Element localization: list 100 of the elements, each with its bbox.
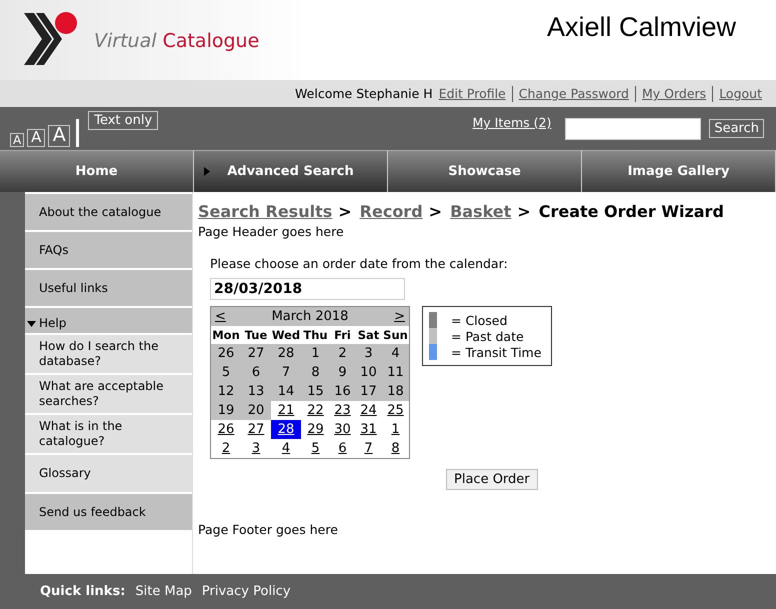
breadcrumb-separator: > — [517, 202, 531, 221]
user-link[interactable]: Edit Profile — [438, 86, 506, 101]
pointer-icon — [204, 167, 210, 176]
calendar-day[interactable]: 28 — [271, 420, 301, 439]
breadcrumb-separator: > — [428, 202, 442, 221]
calendar-day: 15 — [301, 382, 330, 401]
calendar-day: 20 — [241, 401, 271, 420]
page-footer-text: Page Footer goes here — [198, 522, 339, 537]
breadcrumb-separator: > — [338, 202, 352, 221]
calendar-day: 27 — [241, 344, 271, 363]
font-size-button[interactable]: A — [10, 132, 24, 146]
legend-label: = Closed — [451, 312, 508, 328]
calendar-day: 19 — [211, 401, 241, 420]
calendar-day[interactable]: 1 — [382, 420, 409, 439]
sidebar-item[interactable]: FAQs — [25, 232, 192, 268]
weekday-header: Mon — [211, 327, 241, 344]
calendar-day[interactable]: 27 — [241, 420, 271, 439]
my-items-link[interactable]: My Items (2) — [472, 115, 552, 130]
nav-tab[interactable]: Showcase — [388, 150, 582, 192]
calendar-day: 5 — [211, 363, 241, 382]
calendar-day: 4 — [382, 344, 409, 363]
user-link[interactable]: Change Password — [518, 86, 629, 101]
calendar-day: 3 — [355, 344, 382, 363]
brand-title: Axiell Calmview — [546, 11, 737, 43]
calendar-day[interactable]: 24 — [355, 401, 382, 420]
sidebar-item[interactable]: Send us feedback — [25, 494, 192, 530]
calendar-day[interactable]: 5 — [301, 439, 330, 458]
logo-icon — [22, 11, 80, 67]
breadcrumb-current: Create Order Wizard — [538, 202, 724, 221]
caret-icon — [27, 320, 36, 326]
calendar-day: 1 — [301, 344, 330, 363]
calendar-day[interactable]: 23 — [330, 401, 355, 420]
calendar-day[interactable]: 4 — [271, 439, 301, 458]
calendar-day: 12 — [211, 382, 241, 401]
calendar-day[interactable]: 3 — [241, 439, 271, 458]
calendar-day: 26 — [211, 344, 241, 363]
welcome-text: Welcome Stephanie H — [295, 86, 433, 101]
legend-label: = Transit Time — [451, 344, 542, 360]
calendar-day: 17 — [355, 382, 382, 401]
calendar-day: 11 — [382, 363, 409, 382]
nav-tab[interactable]: Image Gallery — [582, 150, 776, 192]
calendar-day: 2 — [330, 344, 355, 363]
legend-label: = Past date — [451, 328, 524, 344]
calendar-day[interactable]: 6 — [330, 439, 355, 458]
page-header-text: Page Header goes here — [198, 224, 345, 239]
calendar-day: 6 — [241, 363, 271, 382]
weekday-header: Sun — [382, 327, 409, 344]
quick-links-label: Quick links: — [40, 584, 126, 599]
prev-month-link[interactable]: < — [215, 309, 226, 324]
calendar-day: 8 — [301, 363, 330, 382]
calendar-day[interactable]: 21 — [271, 401, 301, 420]
prompt-text: Please choose an order date from the calendar: — [210, 256, 509, 271]
place-order-button[interactable]: Place Order — [446, 469, 538, 490]
calendar-day[interactable]: 2 — [211, 439, 241, 458]
sidebar-item[interactable]: About the catalogue — [25, 194, 192, 230]
search-field[interactable] — [565, 118, 702, 140]
calendar-day: 16 — [330, 382, 355, 401]
logo-text: Virtual Catalogue — [94, 30, 260, 52]
next-month-link[interactable]: > — [394, 309, 405, 324]
sidebar-item[interactable]: How do I search the database? — [25, 335, 192, 373]
month-title: March 2018 — [272, 309, 348, 324]
sidebar-item[interactable]: What are acceptable searches? — [25, 375, 192, 413]
weekday-header: Tue — [244, 327, 268, 344]
weekday-header: Wed — [271, 327, 301, 344]
weekday-header: Sat — [356, 327, 380, 344]
breadcrumb-link[interactable]: Basket — [450, 202, 512, 221]
calendar-day: 28 — [271, 344, 301, 363]
calendar-day: 10 — [355, 363, 382, 382]
calendar-day: 9 — [330, 363, 355, 382]
footer-link[interactable]: Privacy Policy — [202, 584, 291, 599]
breadcrumb-link[interactable]: Search Results — [198, 202, 332, 221]
sidebar-item[interactable]: Useful links — [25, 270, 192, 306]
user-link[interactable]: My Orders — [642, 86, 706, 101]
weekday-header: Thu — [302, 327, 329, 344]
weekday-header: Fri — [333, 327, 352, 344]
calendar-day[interactable]: 7 — [355, 439, 382, 458]
calendar-day[interactable]: 8 — [382, 439, 409, 458]
calendar-day[interactable]: 26 — [211, 420, 241, 439]
calendar-day: 13 — [241, 382, 271, 401]
nav-tab[interactable]: Advanced Search — [194, 150, 388, 192]
calendar-day[interactable]: 31 — [355, 420, 382, 439]
nav-tab[interactable]: Home — [0, 150, 194, 192]
date-field[interactable]: 28/03/2018 — [210, 278, 405, 300]
calendar-day: 7 — [271, 363, 301, 382]
user-link[interactable]: Logout — [719, 86, 762, 101]
calendar-day[interactable]: 25 — [382, 401, 409, 420]
font-size-button[interactable]: A — [48, 124, 70, 146]
text-only-button[interactable]: Text only — [88, 110, 158, 130]
search-button[interactable]: Search — [709, 119, 764, 138]
calendar-day[interactable]: 30 — [330, 420, 355, 439]
sidebar-item[interactable]: Glossary — [25, 455, 192, 492]
sidebar-section[interactable]: Help — [25, 308, 192, 333]
calendar-day: 14 — [271, 382, 301, 401]
calendar-day[interactable]: 22 — [301, 401, 330, 420]
calendar-day: 18 — [382, 382, 409, 401]
sidebar-item[interactable]: What is in the catalogue? — [25, 415, 192, 453]
breadcrumb-link[interactable]: Record — [360, 202, 423, 221]
font-size-button[interactable]: A — [27, 128, 46, 146]
footer-link[interactable]: Site Map — [135, 584, 192, 599]
calendar-day[interactable]: 29 — [301, 420, 330, 439]
